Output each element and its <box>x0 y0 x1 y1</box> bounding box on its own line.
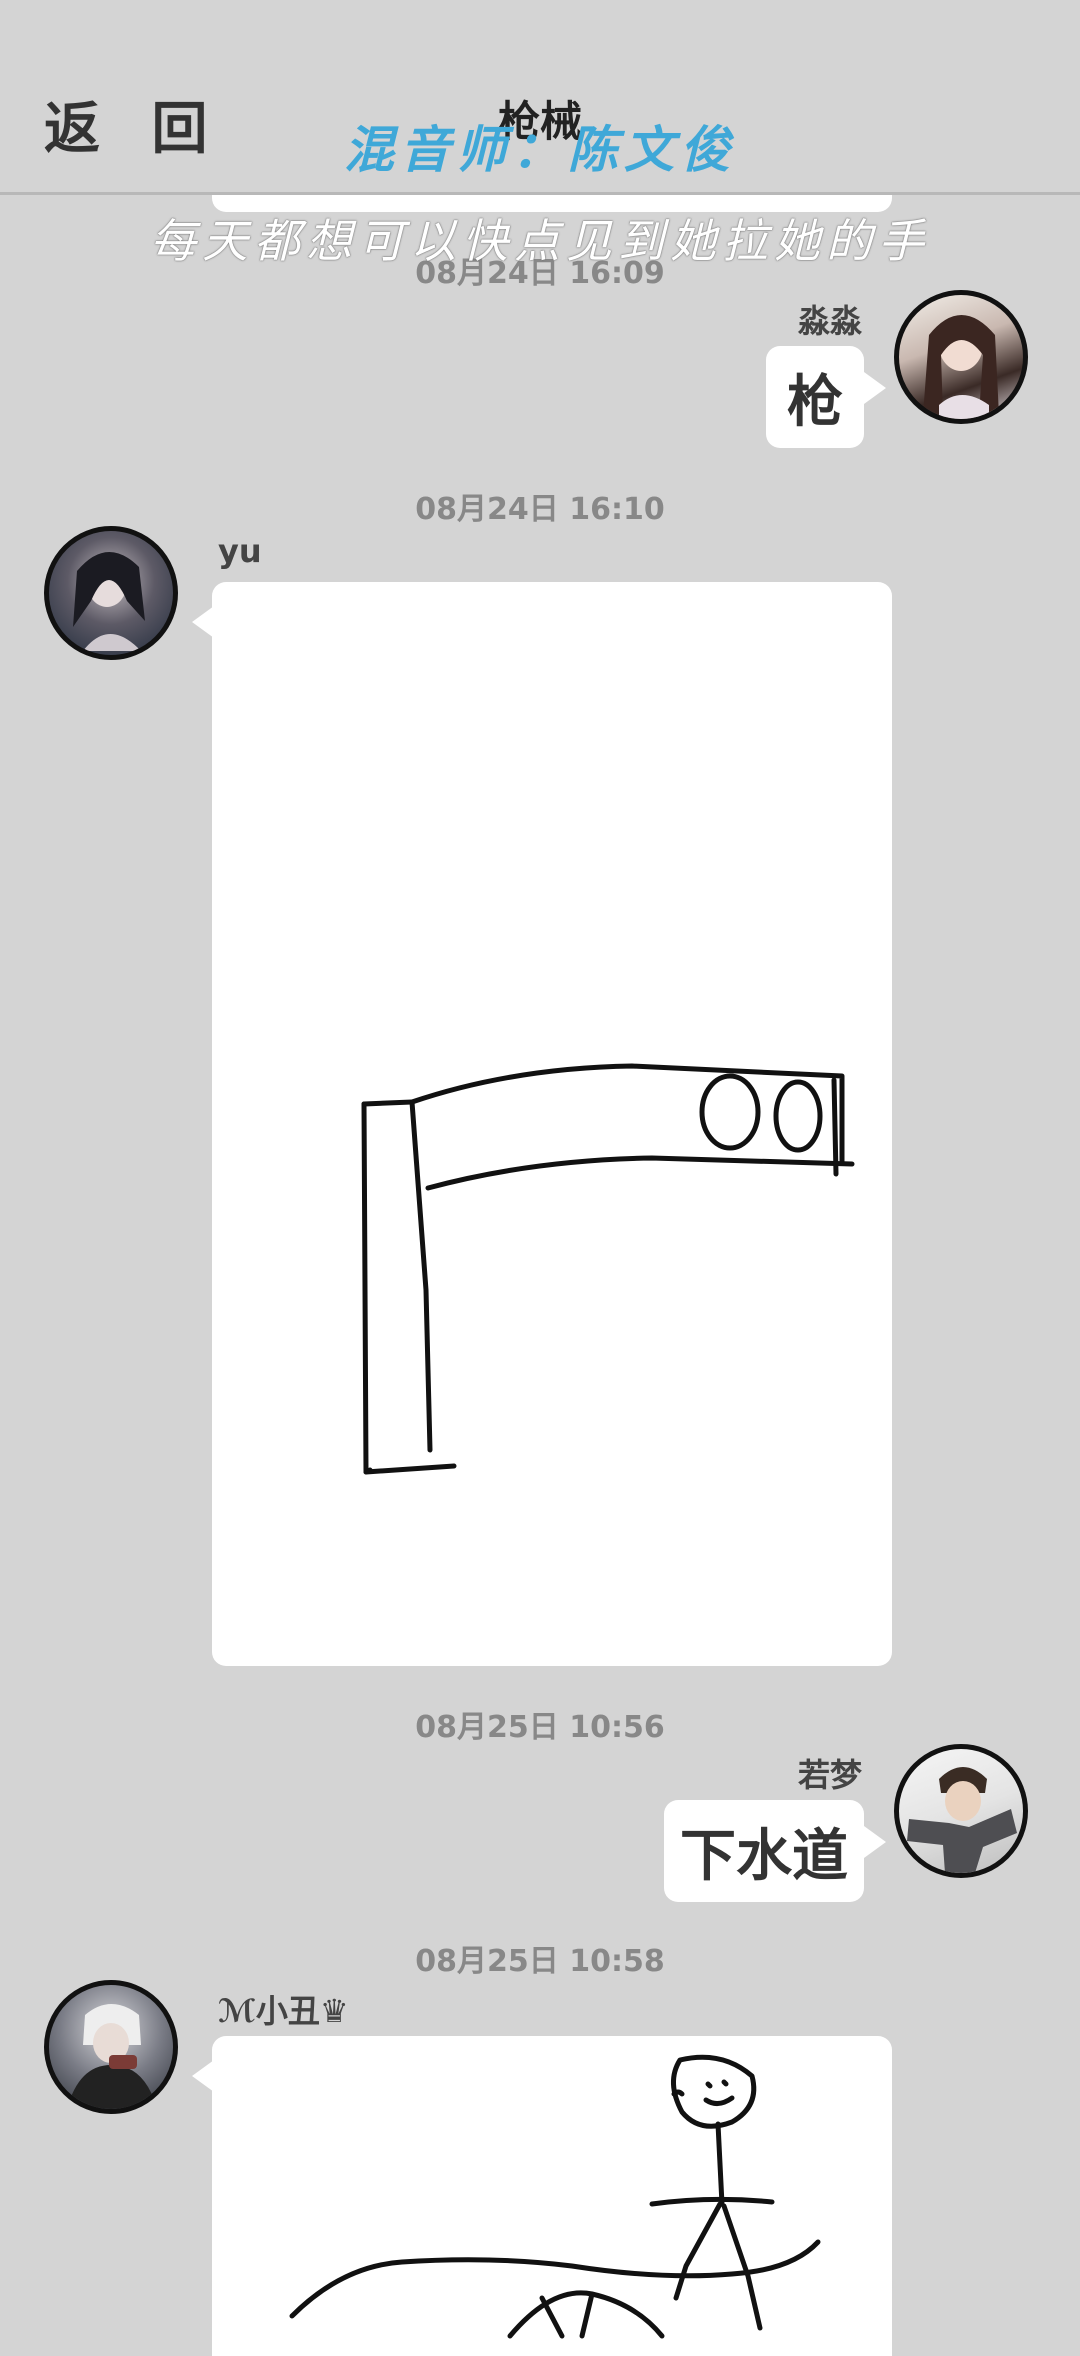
bubble-tail <box>192 606 214 638</box>
bubble-tail <box>864 372 886 404</box>
credit-overlay: 混音师：陈文俊 <box>344 121 736 179</box>
sewer-sketch-image <box>289 2054 821 2339</box>
drawing-message[interactable] <box>212 582 892 1666</box>
avatar-portrait-icon <box>923 315 999 419</box>
sender-name: 若梦 <box>797 1756 862 1794</box>
drawing-message[interactable] <box>212 2036 892 2356</box>
message-bubble[interactable]: 枪 <box>766 346 864 448</box>
avatar-portrait-icon <box>67 2004 157 2109</box>
avatar[interactable] <box>894 290 1028 424</box>
avatar-portrait-icon <box>907 1767 1017 1873</box>
avatar[interactable] <box>44 1980 178 2114</box>
bubble-tail <box>192 2060 214 2092</box>
timestamp: 08月24日 16:10 <box>415 492 665 527</box>
avatar[interactable] <box>44 526 178 660</box>
message-bubble[interactable]: 下水道 <box>664 1800 864 1902</box>
lyric-overlay: 每天都想可以快点见到她拉她的手 <box>150 214 930 268</box>
timestamp: 08月25日 10:58 <box>415 1944 665 1979</box>
avatar-portrait-icon <box>73 551 145 651</box>
message-text: 枪 <box>787 369 843 435</box>
avatar[interactable] <box>894 1744 1028 1878</box>
sender-name: 淼淼 <box>797 302 862 340</box>
sender-name: ℳ小丑♛ <box>218 1992 349 2030</box>
timestamp: 08月25日 10:56 <box>415 1710 665 1745</box>
gun-sketch-image <box>361 1063 855 1475</box>
sender-name: yu <box>218 532 262 570</box>
message-text: 下水道 <box>680 1823 848 1889</box>
bubble-tail <box>864 1826 886 1858</box>
